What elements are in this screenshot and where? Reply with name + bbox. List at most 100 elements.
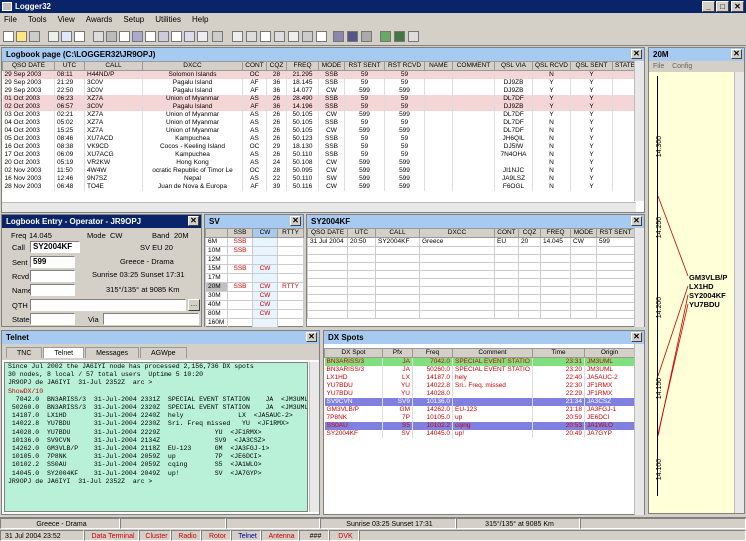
tnc-icon[interactable]	[232, 31, 243, 42]
logbook-row[interactable]: 03 Oct 2003 02:21 XZ7A Union of Myanmar AS 26…	[2, 111, 637, 119]
dxspots-col-header[interactable]: Pfx	[382, 348, 413, 358]
call-col-header[interactable]: CONT	[494, 228, 519, 238]
sv-row[interactable]: 30M CW	[205, 291, 304, 301]
call-col-header[interactable]: UTC	[347, 228, 376, 238]
sv-row[interactable]: 6M SSB	[205, 237, 304, 247]
cut-icon[interactable]	[48, 31, 59, 42]
sv-row[interactable]: 10M SSB	[205, 246, 304, 256]
status-telnet[interactable]: Telnet	[231, 530, 261, 541]
menu-utilities[interactable]: Utilities	[155, 13, 181, 27]
logbook-col-header[interactable]: QSL SENT	[570, 61, 613, 71]
settings-icon[interactable]	[212, 31, 223, 42]
dxspot-row[interactable]: SY2004KF SV 14045.0 up! 20:49 JA7GYP	[324, 430, 635, 438]
logbook-row[interactable]: 16 Nov 2003 12:46 9N7SZ Nepal AS 22 50.110 SW 59…	[2, 175, 637, 183]
logbook-hscrollbar[interactable]	[2, 202, 636, 212]
dxspots-col-header[interactable]: Freq	[412, 348, 453, 358]
name-input[interactable]	[30, 284, 75, 296]
grid-icon[interactable]	[171, 31, 182, 42]
logbook-col-header[interactable]: QSO DATE	[2, 61, 55, 71]
logbook-col-header[interactable]: CALL	[84, 61, 143, 71]
logbook-row[interactable]: 04 Oct 2003 05:02 XZ7A Union of Myanmar AS 26…	[2, 119, 637, 127]
dxspot-row[interactable]: YU7BDU YU 14028.0 22:29 JF1RMX	[324, 390, 635, 398]
status-radio[interactable]: Radio	[171, 530, 201, 541]
sv-row[interactable]: 160M	[205, 318, 304, 328]
help-icon[interactable]	[408, 31, 419, 42]
band-scrollbar[interactable]	[734, 72, 744, 513]
logbook-col-header[interactable]: CQZ	[266, 61, 287, 71]
logbook-col-header[interactable]: MODE	[318, 61, 345, 71]
tab-agwpe[interactable]: AGWpe	[139, 347, 187, 358]
menu-file[interactable]: File	[4, 13, 17, 27]
dxspot-row[interactable]: SS0AU S5 10102.2 cqing 20:53 JA1WLO	[324, 422, 635, 430]
band-spot[interactable]: GM3VLB/P	[689, 273, 727, 282]
report-icon[interactable]	[184, 31, 195, 42]
logbook-scrollbar[interactable]	[634, 61, 644, 201]
stats-icon[interactable]	[145, 31, 156, 42]
open-icon[interactable]	[16, 31, 27, 42]
dxspots-scrollbar[interactable]	[634, 344, 644, 515]
logbook-row[interactable]: 01 Oct 2003 06:23 XZ7A Union of Myanmar AS 26…	[2, 95, 637, 103]
dxspot-row[interactable]: YU7BDU YU 14022.8 Sri.. Freq. missed 22:30 JF…	[324, 382, 635, 390]
tab-tnc[interactable]: TNC	[6, 347, 43, 358]
logbook-row[interactable]: 04 Oct 2003 15:25 XZ7A Union of Myanmar AS 26…	[2, 127, 637, 135]
via-input[interactable]	[103, 313, 199, 325]
logbook-close-button[interactable]: ✕	[631, 49, 642, 59]
logbook-row[interactable]: 05 Oct 2003 08:46 XU7ACD Kampuchea AS 26 50.12…	[2, 135, 637, 143]
telnet-scrollbar[interactable]	[309, 362, 319, 512]
logbook-icon[interactable]	[93, 31, 104, 42]
dxspot-row[interactable]: LX1HD LX 14187.0 hely 22:40 JA5AUC-2	[324, 374, 635, 382]
bands-icon[interactable]	[158, 31, 169, 42]
rcvd-input[interactable]	[30, 270, 75, 282]
menu-awards[interactable]: Awards	[86, 13, 113, 27]
paste-icon[interactable]	[74, 31, 85, 42]
band-spot[interactable]: YU7BDU	[689, 300, 727, 309]
awards-icon[interactable]	[132, 31, 143, 42]
sv-row[interactable]: 40M CW	[205, 300, 304, 310]
telnet-close-button[interactable]: ✕	[306, 332, 317, 342]
satellite-icon[interactable]	[361, 31, 372, 42]
spots-icon[interactable]	[260, 31, 271, 42]
globe-icon[interactable]	[347, 31, 358, 42]
maximize-button[interactable]: □	[716, 1, 729, 12]
sv-row[interactable]: 20M SSB CW RTTY	[205, 282, 304, 292]
tab-messages[interactable]: Messages	[85, 347, 139, 358]
logbook-row[interactable]: 28 Nov 2003 06:48 TO4E Juan de Nova & Europ…	[2, 183, 637, 191]
label-icon[interactable]	[197, 31, 208, 42]
menu-setup[interactable]: Setup	[123, 13, 144, 27]
call-col-header[interactable]: FREQ	[540, 228, 571, 238]
logbook-row[interactable]: 29 Sep 2003 21:29 3C0V Pagalu Island AF 36 18.…	[2, 79, 637, 87]
dxspots-col-header[interactable]: Origin	[584, 348, 635, 358]
logbook-col-header[interactable]: CONT	[242, 61, 267, 71]
radio-icon[interactable]	[274, 31, 285, 42]
call-close-button[interactable]: ✕	[631, 216, 642, 226]
logbook-col-header[interactable]: STATE	[612, 61, 637, 71]
status-rotor[interactable]: Rotor	[201, 530, 231, 541]
dxspot-row[interactable]: BN3ARISS/3 JA 7042.0 SPECIAL EVENT STATIO 23…	[324, 357, 635, 366]
dxspots-close-button[interactable]: ✕	[631, 332, 642, 342]
status-dvk[interactable]: DVK	[329, 530, 359, 541]
logbook-row[interactable]: 29 Sep 2003 08:11 H44ND/P Solomon Islands OC…	[2, 70, 637, 79]
close-button[interactable]: ✕	[731, 1, 744, 12]
call-col-header[interactable]: CALL	[375, 228, 420, 238]
logbook-row[interactable]: 02 Nov 2003 11:50 4W4W ocratic Republic of …	[2, 167, 637, 175]
logbook-col-header[interactable]: UTC	[54, 61, 85, 71]
logbook-row[interactable]: 16 Oct 2003 08:38 VK9CD Cocos - Keeling Isl…	[2, 143, 637, 151]
tab-telnet[interactable]: Telnet	[43, 347, 85, 358]
status-antenna[interactable]: Antenna	[261, 530, 299, 541]
call-col-header[interactable]: QSO DATE	[307, 228, 348, 238]
status-data-terminal[interactable]: Data Terminal	[84, 530, 139, 541]
dxspots-col-header[interactable]: Time	[532, 348, 585, 358]
logbook-col-header[interactable]: DXCC	[142, 61, 243, 71]
band-menu-file[interactable]: File	[653, 63, 664, 70]
menu-view[interactable]: View	[58, 13, 75, 27]
minimize-button[interactable]: _	[702, 1, 715, 12]
logbook-row[interactable]: 29 Sep 2003 22:50 3C0V Pagalu Island AF 36 14.…	[2, 87, 637, 95]
dxspots-col-header[interactable]: DX Spot	[324, 348, 383, 358]
telnet-output[interactable]: Since Jul 2002 the JA6IYI node has proce…	[4, 362, 308, 512]
qsl-icon[interactable]	[106, 31, 117, 42]
new-icon[interactable]	[3, 31, 14, 42]
logbook-row[interactable]: 17 Oct 2003 06:09 XU7ACG Kampuchea AS 26 50.11…	[2, 151, 637, 159]
logbook-col-header[interactable]: QSL VIA	[494, 61, 533, 71]
state-input[interactable]	[30, 313, 75, 325]
copy-icon[interactable]	[61, 31, 72, 42]
